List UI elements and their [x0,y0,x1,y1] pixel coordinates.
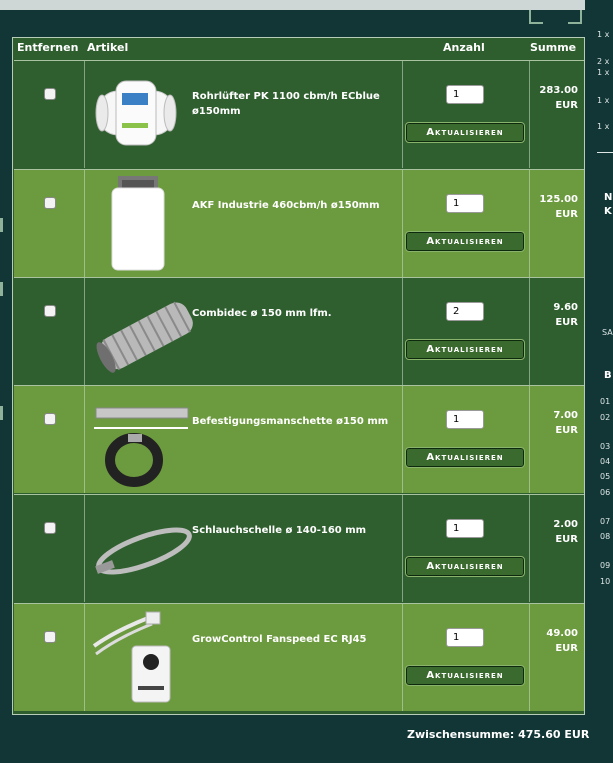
remove-checkbox[interactable] [44,522,56,534]
side-count: 1 x [597,30,610,39]
side-number: 10 [600,577,611,586]
item-price: 7.00 EUR [553,410,578,436]
cart-row: AKF Industrie 460cbm/h ø150mm 1 Aktualis… [14,169,584,277]
product-name: AKF Industrie 460cbm/h ø150mm [192,200,380,211]
product-image-carbon-filter [88,172,201,274]
product-image-duct-fan [88,63,201,165]
quantity-input[interactable]: 1 [446,194,484,213]
remove-checkbox[interactable] [44,305,56,317]
side-heading-k: K [604,206,612,217]
side-number: 01 [600,397,611,406]
cart-table: Entfernen Artikel Anzahl Summe Rohrlüfte… [12,37,585,715]
side-number: 03 [600,442,611,451]
update-button[interactable]: Aktualisieren [405,447,525,468]
item-price: 9.60 EUR [553,302,578,328]
item-price: 283.00 EUR [539,85,578,111]
product-name: GrowControl Fanspeed EC RJ45 [192,634,367,645]
side-count: 1 x [597,122,610,131]
header-quantity: Anzahl [443,41,485,54]
quantity-input[interactable]: 1 [446,85,484,104]
quantity-input[interactable]: 1 [446,519,484,538]
update-button[interactable]: Aktualisieren [405,231,525,252]
side-label-sa: SA [602,328,613,337]
cart-row: GrowControl Fanspeed EC RJ45 1 Aktualisi… [14,603,584,711]
cart-row: Befestigungsmanschette ø150 mm 1 Aktuali… [14,385,584,493]
product-name: Schlauchschelle ø 140-160 mm [192,525,367,536]
corner-mark-left [529,10,543,24]
left-edge-tab [0,218,3,232]
corner-mark-right [568,10,582,24]
side-panel [585,0,613,763]
product-name: Befestigungsmanschette ø150 mm [192,416,389,427]
update-button[interactable]: Aktualisieren [405,665,525,686]
product-image-hose-clamp [88,497,201,599]
side-heading-b: B [604,370,612,381]
product-name: Combidec ø 150 mm lfm. [192,308,332,319]
remove-checkbox[interactable] [44,413,56,425]
side-count: 2 x [597,57,610,66]
cart-subtotal: Zwischensumme: 475.60 EUR [407,728,590,741]
side-number: 02 [600,413,611,422]
product-image-flex-duct [88,280,201,382]
item-price: 2.00 EUR [553,519,578,545]
left-edge-tab [0,406,3,420]
update-button[interactable]: Aktualisieren [405,339,525,360]
side-number: 09 [600,561,611,570]
cart-row: Schlauchschelle ø 140-160 mm 1 Aktualisi… [14,494,584,602]
cart-row: Combidec ø 150 mm lfm. 2 Aktualisieren 9… [14,277,584,385]
side-number: 06 [600,488,611,497]
side-number: 04 [600,457,611,466]
side-heading-n: N [604,192,613,203]
left-edge-tab [0,282,3,296]
quantity-input[interactable]: 2 [446,302,484,321]
remove-checkbox[interactable] [44,197,56,209]
side-number: 08 [600,532,611,541]
side-number: 07 [600,517,611,526]
cart-row: Rohrlüfter PK 1100 cbm/h ECblue ø150mm 1… [14,60,584,168]
product-name: Rohrlüfter PK 1100 cbm/h ECblue ø150mm [192,91,380,117]
update-button[interactable]: Aktualisieren [405,122,525,143]
side-divider [597,152,613,153]
browser-top-bar [0,0,590,10]
item-price: 125.00 EUR [539,194,578,220]
remove-checkbox[interactable] [44,631,56,643]
quantity-input[interactable]: 1 [446,628,484,647]
remove-checkbox[interactable] [44,88,56,100]
quantity-input[interactable]: 1 [446,410,484,429]
product-image-fanspeed-controller [88,606,201,708]
item-price: 49.00 EUR [546,628,578,654]
side-count: 1 x [597,96,610,105]
side-number: 05 [600,472,611,481]
header-sum: Summe [530,41,577,54]
update-button[interactable]: Aktualisieren [405,556,525,577]
product-image-mounting-clamp [88,388,201,490]
header-article: Artikel [87,41,129,54]
header-remove: Entfernen [17,41,79,54]
side-count: 1 x [597,68,610,77]
